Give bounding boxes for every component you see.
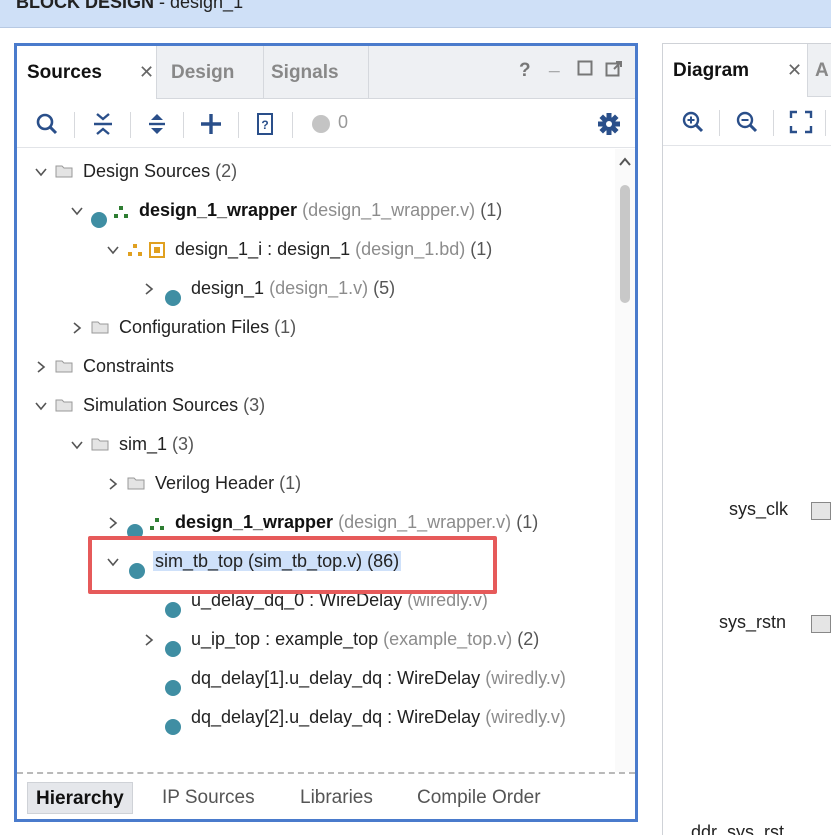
block-design-icon	[128, 244, 142, 256]
tree-item-sim-1[interactable]: sim_1 (3)	[17, 425, 611, 464]
chevron-down-icon[interactable]	[71, 205, 83, 217]
minimize-icon[interactable]: _	[549, 54, 560, 76]
tree-vertical-scrollbar[interactable]	[615, 149, 635, 794]
tab-signals[interactable]: Signals	[265, 46, 369, 99]
tree-item-design-sources[interactable]: Design Sources (2)	[17, 152, 611, 191]
tree-item-dq-delay-1[interactable]: dq_delay[1].u_delay_dq : WireDelay (wire…	[17, 659, 611, 698]
diagram-panel: Diagram ✕ A sys_clk sys_rstn ddr_sys_rst	[662, 43, 831, 835]
source-dot-icon	[165, 710, 181, 749]
tree-item-verilog-header[interactable]: Verilog Header (1)	[17, 464, 611, 503]
chevron-right-icon[interactable]	[107, 517, 119, 529]
folder-icon	[55, 360, 73, 373]
gear-icon[interactable]	[595, 110, 623, 138]
chevron-right-icon[interactable]	[35, 361, 47, 373]
diagram-toolbar	[663, 98, 831, 146]
tab-sources[interactable]: Sources	[17, 46, 157, 99]
port-label-ddr-sys-rst: ddr_sys_rst	[691, 822, 785, 835]
add-sources-icon[interactable]	[197, 110, 225, 138]
folder-icon	[127, 477, 145, 490]
tab-next[interactable]: A	[809, 44, 831, 97]
chevron-right-icon[interactable]	[107, 478, 119, 490]
sources-tabbar: Sources ✕ Design Signals ? _	[17, 46, 635, 99]
diagram-tabbar: Diagram ✕ A	[663, 44, 831, 97]
warning-count: 0	[338, 112, 349, 132]
search-icon[interactable]	[33, 110, 61, 138]
source-tree: Design Sources (2) design_1_wrapper (des…	[17, 149, 611, 752]
window-title: BLOCK DESIGN - design_1	[16, 0, 244, 12]
folder-icon	[55, 399, 73, 412]
tree-item-design-1-i[interactable]: design_1_i : design_1 (design_1.bd) (1)	[17, 230, 611, 269]
port-label-sys-clk: sys_clk	[729, 499, 789, 519]
chevron-right-icon[interactable]	[143, 634, 155, 646]
help-icon[interactable]: ?	[519, 60, 531, 82]
folder-icon	[91, 438, 109, 451]
svg-text:?: ?	[261, 118, 268, 132]
chevron-down-icon[interactable]	[35, 400, 47, 412]
vertical-scroll-thumb[interactable]	[620, 185, 630, 303]
chevron-down-icon[interactable]	[107, 244, 119, 256]
tree-item-configuration-files[interactable]: Configuration Files (1)	[17, 308, 611, 347]
hierarchy-icon	[114, 206, 128, 218]
folder-icon	[91, 321, 109, 334]
fit-view-icon[interactable]	[787, 108, 815, 136]
tree-item-dq-delay-2[interactable]: dq_delay[2].u_delay_dq : WireDelay (wire…	[17, 698, 611, 737]
tab-libraries[interactable]: Libraries	[300, 782, 373, 814]
tab-hierarchy[interactable]: Hierarchy	[27, 782, 133, 814]
chevron-down-icon[interactable]	[35, 166, 47, 178]
tree-item-constraints[interactable]: Constraints	[17, 347, 611, 386]
collapse-all-icon[interactable]	[89, 110, 117, 138]
hierarchy-icon	[150, 518, 164, 530]
chevron-down-icon[interactable]	[71, 439, 83, 451]
tree-item-design-wrapper[interactable]: design_1_wrapper (design_1_wrapper.v) (1…	[17, 191, 611, 230]
sources-toolbar: ? 0	[17, 100, 635, 148]
sources-bottom-tabs: Hierarchy IP Sources Libraries Compile O…	[17, 772, 635, 819]
port-sys-rstn[interactable]	[811, 615, 831, 633]
close-icon[interactable]: ✕	[787, 61, 802, 79]
annotation-highlight-box	[88, 536, 497, 594]
sources-panel: Sources ✕ Design Signals ? _ ? 0 Design …	[14, 43, 638, 822]
zoom-in-icon[interactable]	[679, 108, 707, 136]
tab-ip-sources[interactable]: IP Sources	[162, 782, 255, 814]
scroll-up-icon[interactable]	[618, 155, 632, 169]
tab-compile-order[interactable]: Compile Order	[417, 782, 541, 814]
folder-icon	[55, 165, 73, 178]
properties-icon[interactable]: ?	[251, 110, 279, 138]
chevron-right-icon[interactable]	[143, 283, 155, 295]
zoom-out-icon[interactable]	[733, 108, 761, 136]
port-sys-clk[interactable]	[811, 502, 831, 520]
maximize-icon[interactable]	[577, 60, 593, 82]
tree-item-simulation-sources[interactable]: Simulation Sources (3)	[17, 386, 611, 425]
tree-item-design-1[interactable]: design_1 (design_1.v) (5)	[17, 269, 611, 308]
expand-all-icon[interactable]	[143, 110, 171, 138]
float-icon[interactable]	[605, 60, 623, 84]
tab-design[interactable]: Design	[158, 46, 264, 99]
bd-file-icon	[149, 242, 165, 258]
warning-status-icon[interactable]	[307, 110, 335, 138]
close-icon[interactable]: ✕	[139, 63, 154, 81]
title-bar: BLOCK DESIGN - design_1	[0, 0, 831, 28]
port-label-sys-rstn: sys_rstn	[719, 612, 787, 632]
tree-item-u-ip-top[interactable]: u_ip_top : example_top (example_top.v) (…	[17, 620, 611, 659]
chevron-right-icon[interactable]	[71, 322, 83, 334]
